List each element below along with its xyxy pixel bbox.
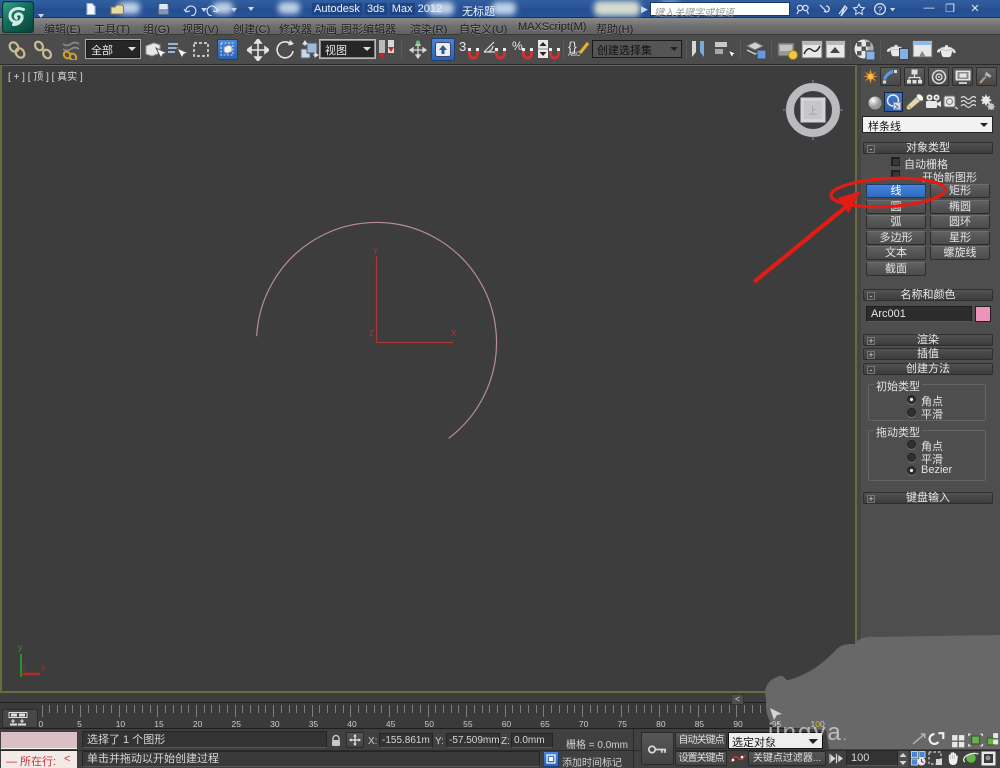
svg-text:Z: Z [369,329,374,338]
svg-text:?: ? [878,5,883,15]
svg-text:y: y [18,642,23,652]
svg-text:z: z [22,662,27,672]
svg-text:Y: Y [373,247,379,256]
svg-text:x: x [41,662,46,672]
svg-text:X: X [451,329,457,338]
